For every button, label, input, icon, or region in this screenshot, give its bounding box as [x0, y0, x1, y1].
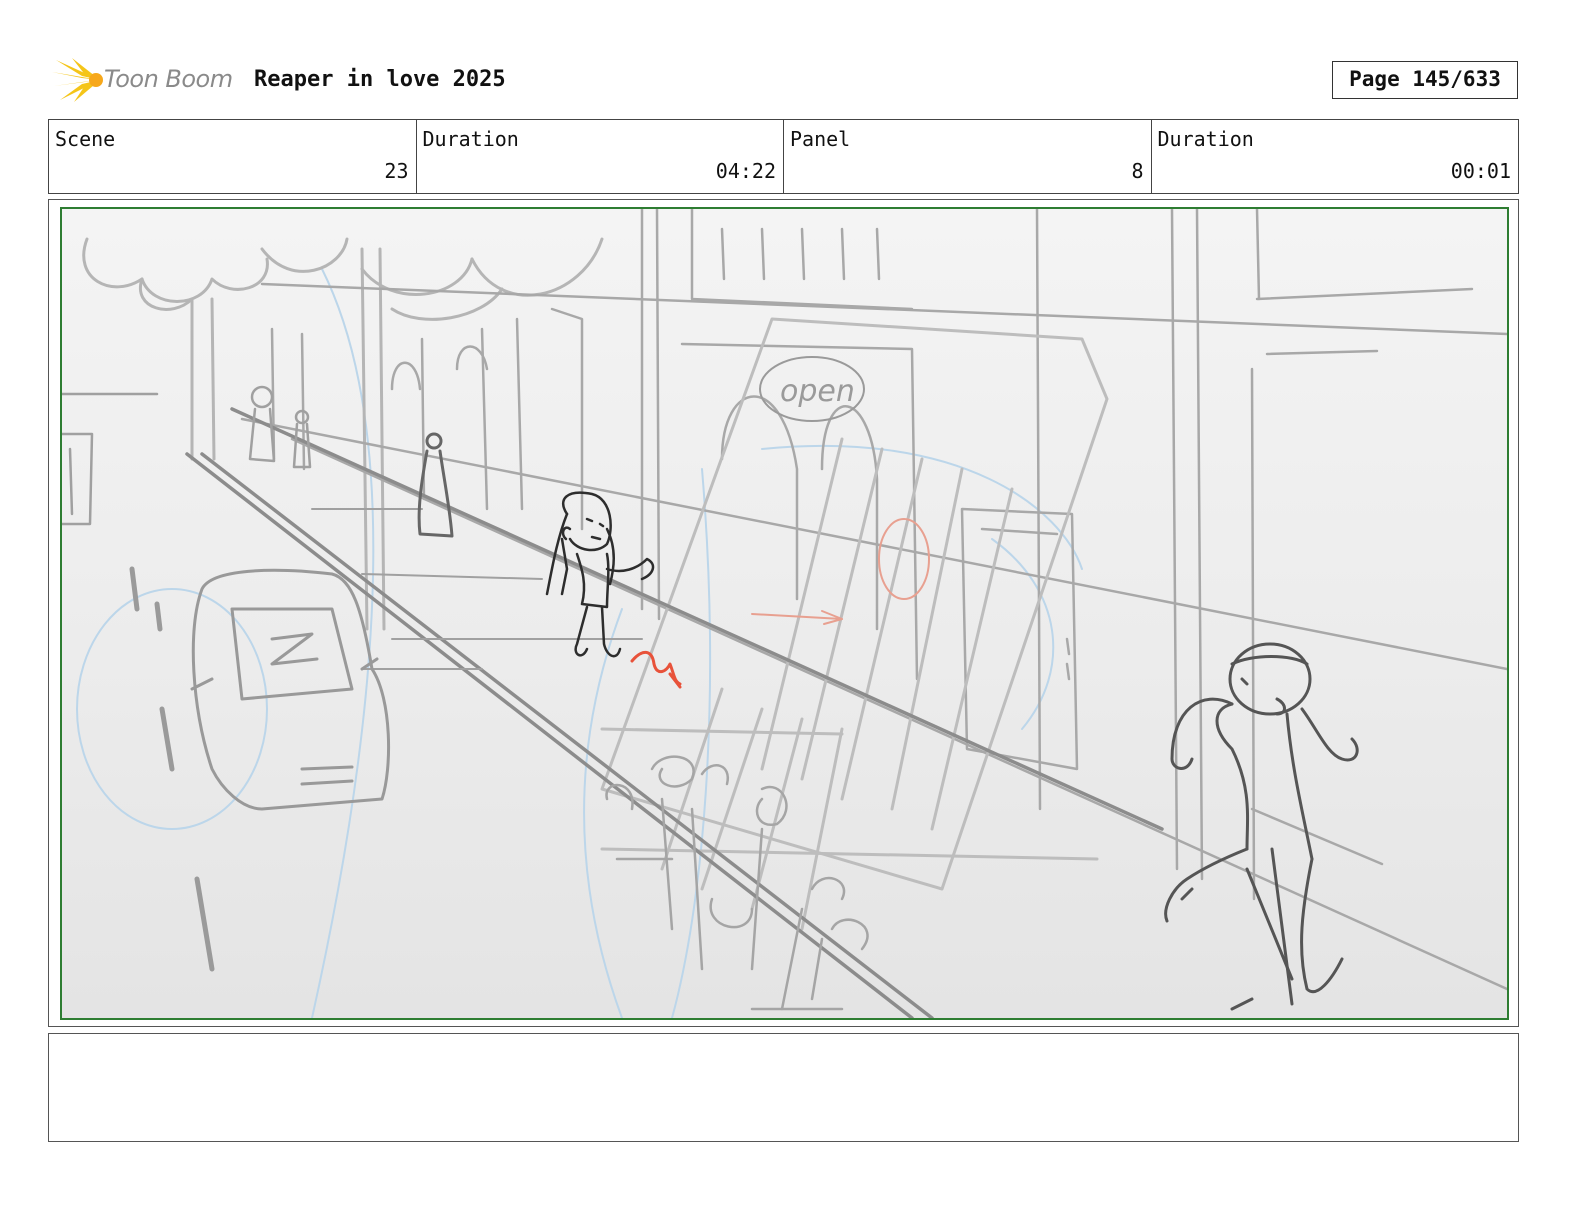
panel-duration-cell: Duration 00:01	[1152, 120, 1519, 193]
logo-text: Toon Boom	[104, 65, 233, 93]
sunburst-logo-icon	[52, 58, 103, 102]
red-construction-marks	[751, 518, 930, 625]
panel-duration-label: Duration	[1157, 127, 1254, 151]
scene-cell: Scene 23	[49, 120, 417, 193]
panel-notes	[48, 1033, 1519, 1142]
toon-boom-logo: Toon Boom	[52, 54, 242, 106]
panel-info-grid: Scene 23 Duration 04:22 Panel 8 Duration…	[48, 119, 1519, 194]
street-scene-sketch: open	[62, 209, 1507, 1018]
tree-canopy	[82, 237, 604, 631]
road-markings	[129, 566, 215, 972]
scene-label: Scene	[55, 127, 116, 151]
panel-label: Panel	[790, 127, 851, 151]
storyboard-panel-image: open	[60, 207, 1509, 1020]
page-header: Toon Boom Reaper in love 2025 Page 145/6…	[52, 54, 1532, 106]
scene-duration-value: 04:22	[715, 159, 776, 183]
storyboard-frame: open	[48, 199, 1519, 1027]
project-title: Reaper in love 2025	[254, 67, 506, 92]
panel-cell: Panel 8	[784, 120, 1152, 193]
page-indicator: Page 145/633	[1332, 61, 1518, 99]
scene-value: 23	[384, 159, 409, 183]
scene-duration-label: Duration	[422, 127, 519, 151]
scene-duration-cell: Duration 04:22	[417, 120, 784, 193]
panel-value: 8	[1131, 159, 1144, 183]
sidewalk-curb	[185, 407, 1164, 1018]
svg-text:open: open	[780, 374, 855, 409]
running-man-character	[1164, 642, 1359, 1011]
open-sign: open	[759, 356, 865, 422]
panel-duration-value: 00:01	[1450, 159, 1511, 183]
construction-lines	[76, 268, 1083, 1018]
